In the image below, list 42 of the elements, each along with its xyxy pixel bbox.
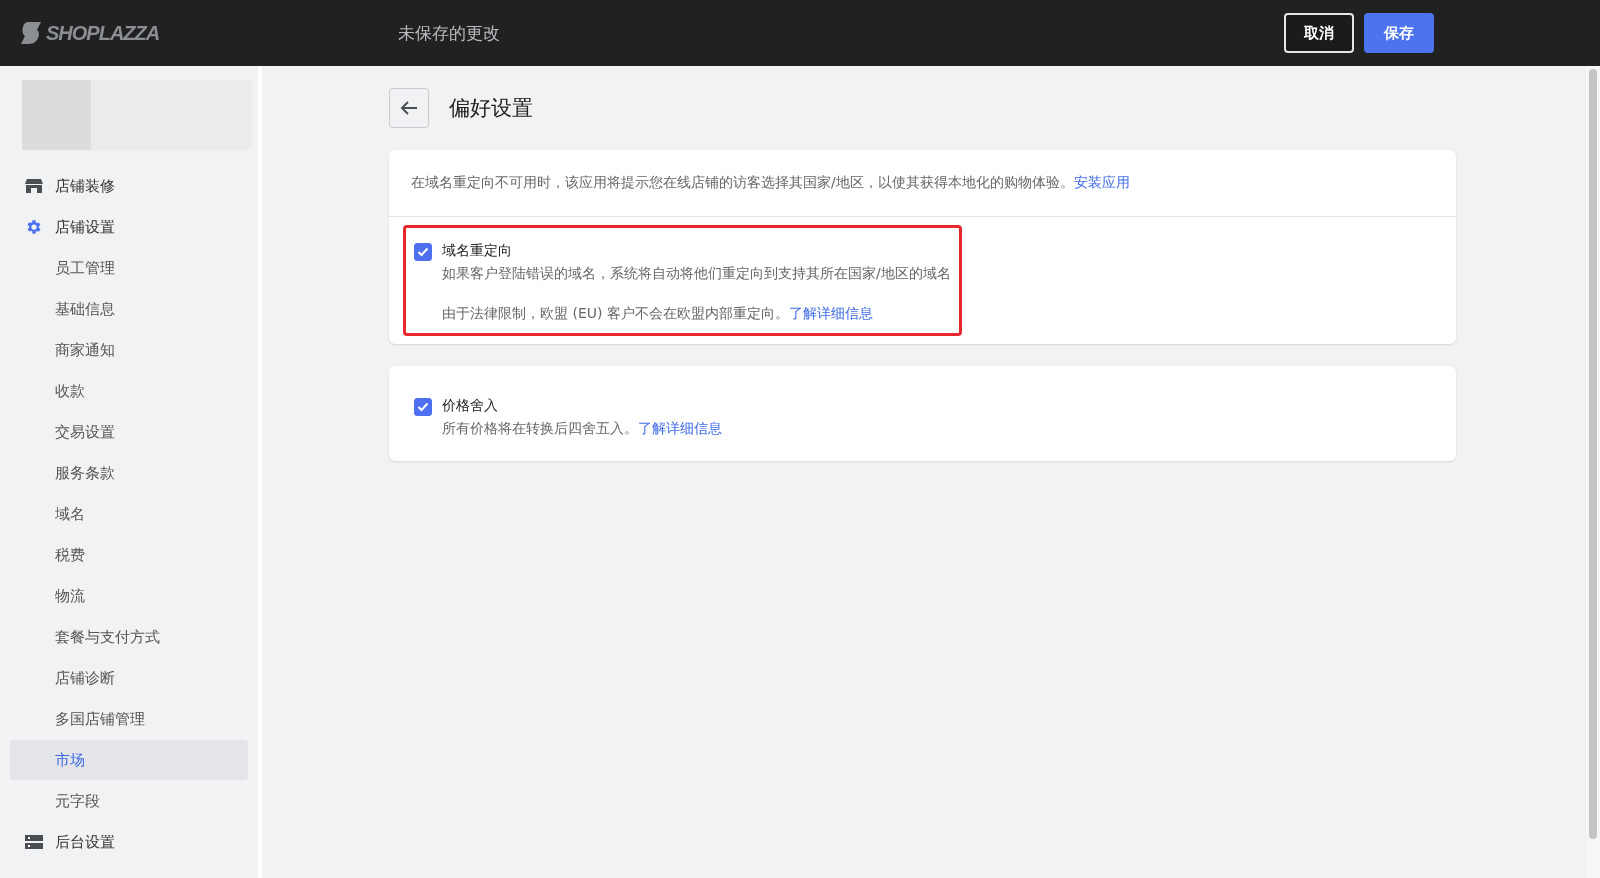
sidebar-item[interactable]: 店铺装修 — [10, 166, 248, 206]
save-button[interactable]: 保存 — [1364, 13, 1434, 53]
setting-note: 由于法律限制，欧盟 (EU) 客户不会在欧盟内部重定向。了解详细信息 — [442, 304, 874, 323]
back-button[interactable] — [389, 88, 429, 128]
checkmark-icon — [417, 402, 429, 412]
scrollbar[interactable] — [1586, 66, 1600, 878]
checkbox[interactable] — [414, 398, 432, 416]
sidebar-item[interactable]: 交易设置 — [10, 412, 248, 452]
sidebar-item[interactable]: 税费 — [10, 535, 248, 575]
sidebar-item[interactable]: 域名 — [10, 494, 248, 534]
learn-more-link[interactable]: 了解详细信息 — [638, 420, 722, 436]
checkbox[interactable] — [414, 243, 432, 261]
sidebar-item[interactable]: 员工管理 — [10, 248, 248, 288]
checkbox-label: 域名重定向 — [442, 242, 513, 260]
install-app-link[interactable]: 安装应用 — [1073, 174, 1130, 190]
setting-description: 如果客户登陆错误的域名，系统将自动将他们重定向到支持其所在国家/地区的域名 — [442, 264, 951, 283]
sidebar-item[interactable]: 套餐与支付方式 — [10, 617, 248, 657]
sidebar-item[interactable]: 收款 — [10, 371, 248, 411]
checkbox-label: 价格舍入 — [442, 397, 499, 415]
sidebar-item[interactable]: 店铺设置 — [10, 207, 248, 247]
intro-text: 在域名重定向不可用时，该应用将提示您在线店铺的访客选择其国家/地区，以使其获得本地化的购物体验。安装应用 — [411, 174, 1131, 192]
logo-icon — [20, 21, 42, 45]
gear-icon — [25, 218, 43, 236]
sidebar-item[interactable]: 商家通知 — [10, 330, 248, 370]
setting-description: 所有价格将在转换后四舍五入。了解详细信息 — [442, 419, 722, 438]
sidebar-item[interactable]: 市场 — [10, 740, 248, 780]
page-title: 偏好设置 — [449, 95, 533, 122]
left-arrow-icon — [400, 101, 418, 115]
sidebar-item[interactable]: 后台设置 — [10, 822, 248, 862]
unsaved-changes-text: 未保存的更改 — [398, 21, 501, 45]
sidebar-item[interactable]: 多国店铺管理 — [10, 699, 248, 739]
storefront-icon — [25, 178, 43, 194]
checkmark-icon — [417, 247, 429, 257]
server-icon — [25, 834, 43, 850]
sidebar-item[interactable]: 基础信息 — [10, 289, 248, 329]
sidebar-item[interactable]: 物流 — [10, 576, 248, 616]
cancel-button[interactable]: 取消 — [1284, 13, 1354, 53]
learn-more-link[interactable]: 了解详细信息 — [788, 305, 873, 321]
sidebar-item[interactable]: 店铺诊断 — [10, 658, 248, 698]
sidebar-item[interactable]: 服务条款 — [10, 453, 248, 493]
sidebar-item[interactable]: 元字段 — [10, 781, 248, 821]
logo-text: SHOPLAZZA — [46, 21, 160, 45]
